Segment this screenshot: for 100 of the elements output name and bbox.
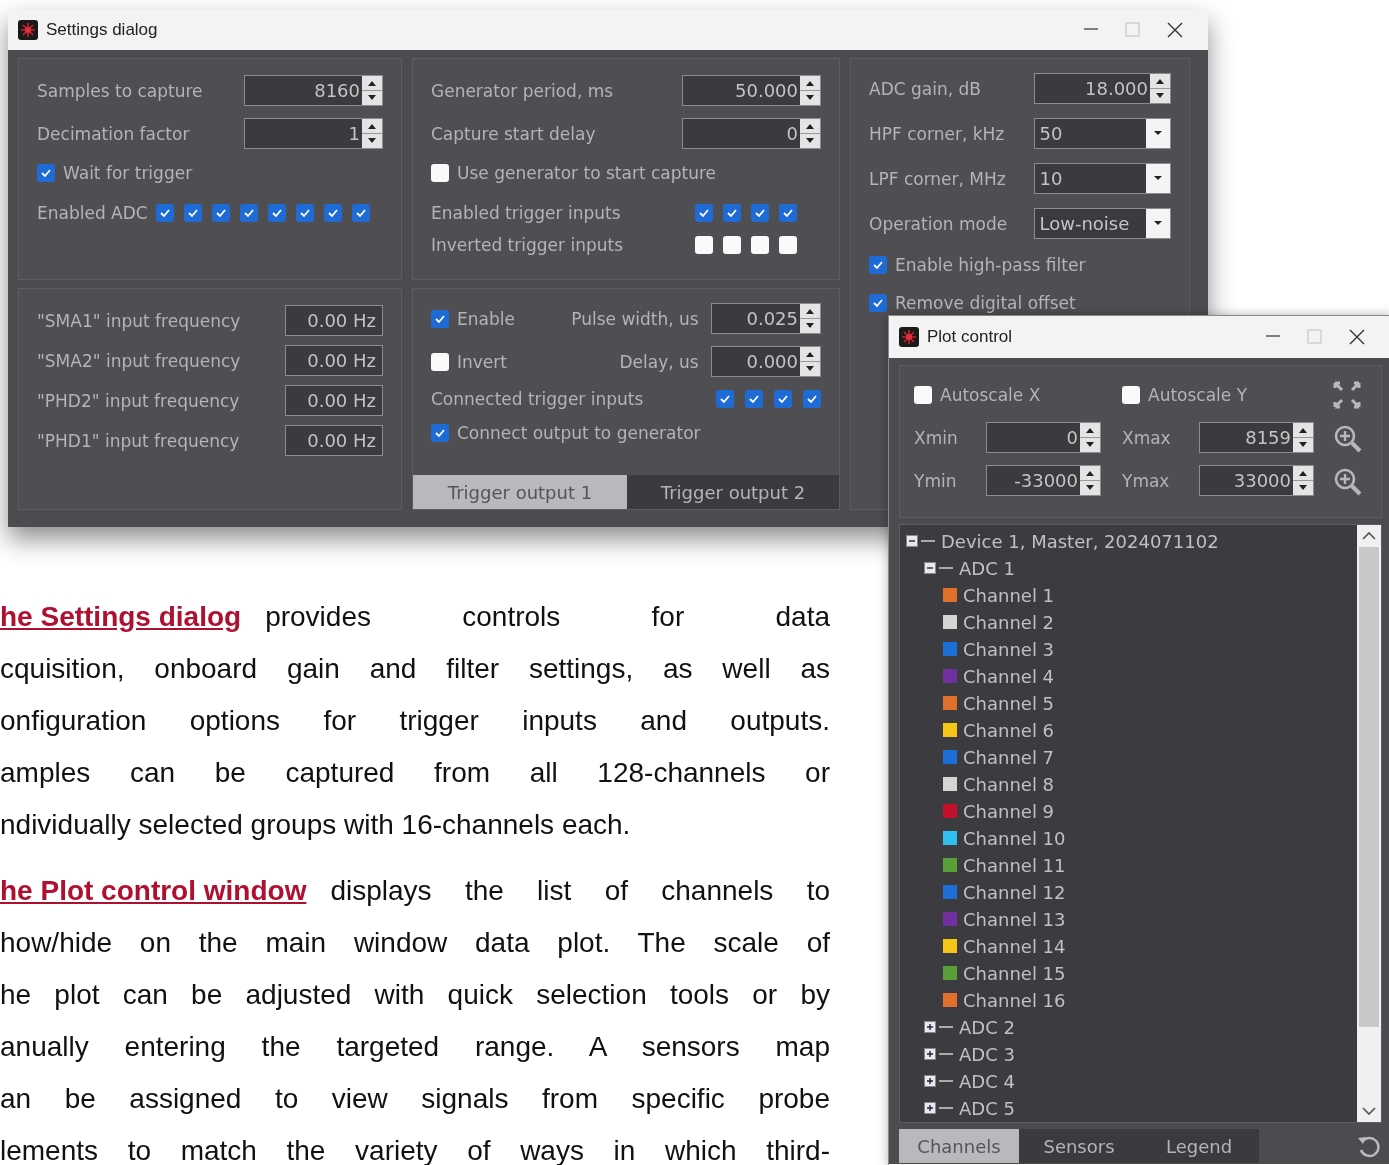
checkbox[interactable] [351, 204, 370, 222]
expand-icon[interactable] [924, 1075, 936, 1088]
caret-icon[interactable] [1146, 209, 1170, 238]
number-field[interactable]: 18.000 [1034, 73, 1171, 104]
tree-item[interactable]: Channel 2 [963, 611, 1055, 633]
scrollbar[interactable] [1357, 524, 1381, 1122]
caret-icon[interactable] [1146, 164, 1170, 193]
tree-item[interactable]: Channel 11 [963, 854, 1066, 876]
number-field[interactable]: 1 [244, 118, 383, 149]
tree-item[interactable]: Channel 9 [963, 800, 1055, 822]
checkbox[interactable] [431, 424, 449, 442]
checkbox-label: Remove digital offset [895, 293, 1076, 313]
readout-field: 0.00 Hz [284, 385, 383, 416]
number-field[interactable]: 0.025 [710, 303, 821, 334]
checkbox[interactable] [323, 204, 342, 222]
number-field[interactable]: 0.000 [710, 346, 821, 377]
tab[interactable]: Legend [1139, 1129, 1259, 1164]
checkbox[interactable] [914, 386, 932, 404]
tree-item[interactable]: Channel 15 [963, 962, 1066, 984]
collapse-icon[interactable] [906, 535, 918, 548]
tree-item[interactable]: Channel 5 [963, 692, 1055, 714]
tree-item[interactable]: Device 1, Master, 2024071102 [941, 530, 1219, 552]
checkbox[interactable] [431, 309, 449, 328]
expand-icon[interactable] [924, 1048, 936, 1061]
dropdown[interactable]: 50 [1034, 118, 1171, 149]
checkbox[interactable] [779, 204, 797, 222]
tab[interactable]: Trigger output 1 [413, 475, 627, 509]
tree-item[interactable]: Channel 12 [963, 881, 1066, 903]
checkbox[interactable] [779, 236, 797, 254]
link[interactable]: he Settings dialog [0, 601, 242, 633]
check-icon [754, 207, 766, 219]
tree-item[interactable]: ADC 2 [959, 1016, 1015, 1038]
number-field[interactable]: 8159 [1199, 422, 1314, 453]
spinner-icon[interactable] [1080, 423, 1100, 452]
caret-icon[interactable] [1146, 119, 1170, 148]
checkbox[interactable] [745, 390, 763, 408]
checkbox[interactable] [295, 204, 314, 222]
checkbox[interactable] [803, 390, 821, 408]
collapse-icon[interactable] [924, 562, 936, 575]
checkbox[interactable] [431, 352, 449, 371]
checkbox[interactable] [723, 236, 741, 254]
tree-item[interactable]: Channel 8 [963, 773, 1055, 795]
tree-item[interactable]: Channel 4 [963, 665, 1055, 687]
dropdown[interactable]: Low-noise [1034, 208, 1171, 239]
checkbox[interactable] [239, 204, 258, 222]
checkbox[interactable] [695, 204, 713, 222]
dropdown[interactable]: 10 [1034, 163, 1171, 194]
tree-item[interactable]: Channel 1 [963, 584, 1055, 606]
link[interactable]: he Plot control window [0, 875, 307, 907]
checkbox[interactable] [155, 204, 174, 222]
spinner-icon[interactable] [800, 119, 820, 148]
field-label: Connected trigger inputs [431, 389, 645, 409]
tree-item[interactable]: Channel 16 [963, 989, 1066, 1011]
tree-item[interactable]: Channel 7 [963, 746, 1055, 768]
tab[interactable]: Trigger output 2 [627, 475, 839, 509]
checkbox[interactable] [751, 204, 769, 222]
checkbox[interactable] [774, 390, 792, 408]
spinner-icon[interactable] [1150, 74, 1170, 103]
spinner-icon[interactable] [800, 76, 820, 105]
expand-icon[interactable] [924, 1021, 936, 1034]
number-field[interactable]: 8160 [244, 75, 383, 106]
checkbox[interactable] [211, 204, 230, 222]
checkbox[interactable] [1122, 386, 1140, 404]
fit-icon[interactable] [1332, 380, 1362, 410]
number-field[interactable]: 0 [682, 118, 821, 149]
checkbox[interactable] [751, 236, 769, 254]
tab[interactable]: Sensors [1019, 1129, 1139, 1164]
close-icon[interactable] [1348, 328, 1366, 346]
checkbox[interactable] [716, 390, 734, 408]
tree-item[interactable]: ADC 4 [959, 1070, 1015, 1092]
tree-item[interactable]: Channel 6 [963, 719, 1055, 741]
spinner-icon[interactable] [1080, 466, 1100, 495]
checkbox[interactable] [723, 204, 741, 222]
checkbox[interactable] [695, 236, 713, 254]
checkbox[interactable] [37, 164, 55, 182]
tree-item[interactable]: ADC 5 [959, 1097, 1015, 1119]
spinner-icon[interactable] [1293, 423, 1313, 452]
checkbox[interactable] [869, 294, 887, 312]
checkbox[interactable] [183, 204, 202, 222]
checkbox[interactable] [267, 204, 286, 222]
tree-item[interactable]: Channel 10 [963, 827, 1066, 849]
spinner-icon[interactable] [800, 304, 820, 333]
spinner-icon[interactable] [800, 347, 820, 376]
spinner-icon[interactable] [362, 119, 382, 148]
tree-item[interactable]: ADC 3 [959, 1043, 1015, 1065]
checkbox[interactable] [431, 164, 449, 182]
spinner-icon[interactable] [1293, 466, 1313, 495]
tree-item[interactable]: Channel 3 [963, 638, 1055, 660]
number-field[interactable]: 50.000 [682, 75, 821, 106]
close-icon[interactable] [1166, 21, 1184, 39]
tree-item[interactable]: Channel 14 [963, 935, 1066, 957]
tab[interactable]: Channels [899, 1129, 1019, 1164]
number-field[interactable]: -33000 [986, 465, 1101, 496]
spinner-icon[interactable] [362, 76, 382, 105]
checkbox[interactable] [869, 256, 887, 274]
tree-item[interactable]: Channel 13 [963, 908, 1066, 930]
number-field[interactable]: 33000 [1199, 465, 1314, 496]
number-field[interactable]: 0 [986, 422, 1101, 453]
tree-item[interactable]: ADC 1 [959, 557, 1015, 579]
expand-icon[interactable] [924, 1102, 936, 1115]
